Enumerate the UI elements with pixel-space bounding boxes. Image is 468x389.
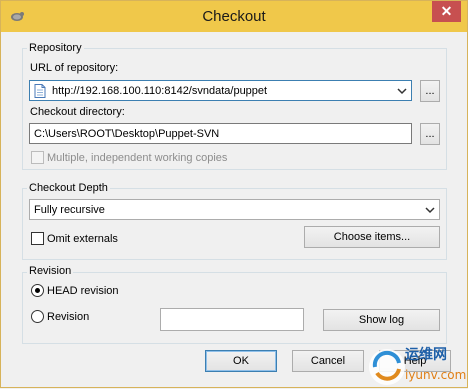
checkout-directory-label: Checkout directory: bbox=[30, 106, 125, 118]
close-icon: ✕ bbox=[440, 3, 453, 19]
checkout-directory-field[interactable]: C:\Users\ROOT\Desktop\Puppet-SVN bbox=[29, 123, 412, 144]
document-icon bbox=[34, 84, 46, 98]
show-log-button[interactable]: Show log bbox=[323, 309, 440, 331]
cancel-button[interactable]: Cancel bbox=[292, 350, 364, 372]
url-combobox[interactable]: http://192.168.100.110:8142/svndata/pupp… bbox=[29, 80, 412, 101]
url-browse-button[interactable]: ... bbox=[420, 80, 440, 102]
ok-button[interactable]: OK bbox=[205, 350, 277, 372]
url-value: http://192.168.100.110:8142/svndata/pupp… bbox=[52, 85, 268, 97]
omit-externals-label: Omit externals bbox=[47, 233, 118, 245]
radio-selected-dot bbox=[35, 288, 40, 293]
multiple-working-copies-label: Multiple, independent working copies bbox=[47, 152, 228, 164]
close-button[interactable]: ✕ bbox=[432, 1, 461, 22]
watermark-logo: 运维网 iyunv.com bbox=[369, 346, 466, 385]
url-label: URL of repository: bbox=[30, 62, 119, 74]
revision-label: Revision bbox=[47, 311, 90, 323]
multiple-working-copies-checkbox[interactable] bbox=[31, 151, 44, 164]
chevron-down-icon[interactable] bbox=[425, 205, 435, 215]
depth-selected-value: Fully recursive bbox=[34, 204, 105, 216]
checkout-dialog: Checkout ✕ Repository URL of repository:… bbox=[0, 0, 468, 388]
revision-group-label: Revision bbox=[27, 265, 74, 277]
window-title: Checkout bbox=[202, 8, 266, 25]
choose-items-button[interactable]: Choose items... bbox=[304, 226, 440, 248]
chevron-down-icon[interactable] bbox=[397, 86, 407, 96]
title-bar[interactable]: Checkout ✕ bbox=[1, 1, 467, 32]
dialog-body: Repository URL of repository: http://192… bbox=[1, 32, 467, 387]
head-revision-radio[interactable] bbox=[31, 284, 44, 297]
revision-input[interactable] bbox=[160, 308, 304, 331]
checkout-directory-value: C:\Users\ROOT\Desktop\Puppet-SVN bbox=[34, 128, 220, 140]
omit-externals-checkbox[interactable] bbox=[31, 232, 44, 245]
depth-select[interactable]: Fully recursive bbox=[29, 199, 440, 220]
repository-group-label: Repository bbox=[27, 42, 84, 54]
watermark-text-domain: iyunv.com bbox=[405, 368, 466, 382]
checkout-depth-group-label: Checkout Depth bbox=[27, 182, 110, 194]
directory-browse-button[interactable]: ... bbox=[420, 123, 440, 145]
watermark-text-cn: 运维网 bbox=[405, 346, 447, 363]
revision-radio[interactable] bbox=[31, 310, 44, 323]
head-revision-label: HEAD revision bbox=[47, 285, 119, 297]
